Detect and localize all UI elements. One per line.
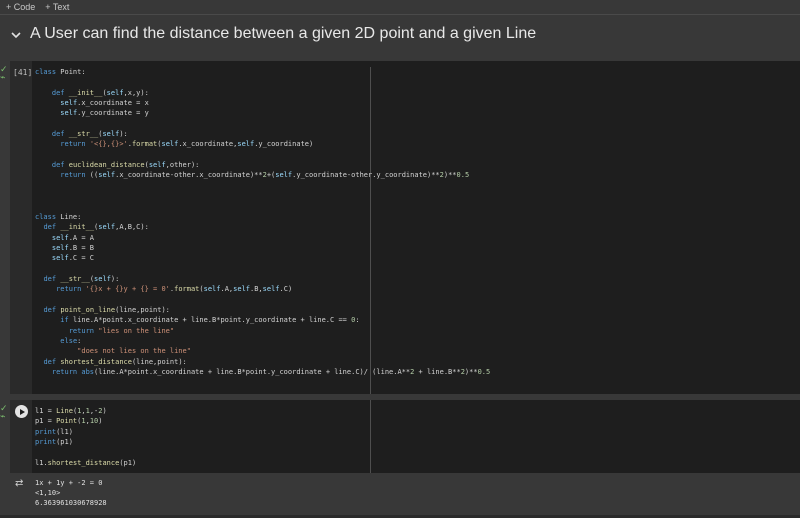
code-line: self.C = C: [51, 254, 95, 263]
code-line: return '{}x + {}y + {} = 0'.format(self.…: [56, 285, 293, 294]
toolbar-divider: [0, 14, 800, 15]
chevron-down-icon[interactable]: [10, 29, 22, 41]
code-line: return '<{},{}>'.format(self.x_coordinat…: [60, 140, 314, 149]
code-line: print(p1): [35, 438, 73, 447]
code-editor-2[interactable]: l1 = Line(1,1,-2) p1 = Point(1,10) print…: [35, 406, 136, 468]
output-line: 6.363961030678928: [35, 498, 107, 507]
code-line: "does not lies on the line": [77, 347, 191, 356]
run-cell-button[interactable]: [15, 405, 28, 418]
code-line: def __str__(self):: [51, 130, 128, 139]
code-line: self.x_coordinate = x: [60, 99, 149, 108]
code-line: def __init__(self,x,y):: [51, 88, 149, 97]
execution-count[interactable]: [41]: [13, 68, 32, 77]
code-line: p1 = Point(1,10): [35, 417, 103, 426]
code-line: self.A = A: [51, 233, 95, 242]
ruler-line: [370, 400, 371, 473]
add-text-button[interactable]: + Text: [45, 2, 69, 12]
check-icon: ✓ ⌁: [0, 404, 8, 422]
section-title: A User can find the distance between a g…: [30, 25, 537, 42]
code-line: def __init__(self,A,B,C):: [43, 223, 149, 232]
code-line: print(l1): [35, 427, 73, 436]
code-line: def point_on_line(line,point):: [43, 305, 170, 314]
code-line: return abs(line.A*point.x_coordinate + l…: [51, 367, 491, 376]
code-line: def __str__(self):: [43, 274, 120, 283]
check-icon: ✓ ⌁: [0, 65, 8, 83]
cell-output: [10, 474, 800, 514]
code-line: self.y_coordinate = y: [60, 109, 149, 118]
code-line: if line.A*point.x_coordinate + line.B*po…: [60, 316, 360, 325]
code-line: else:: [60, 336, 82, 345]
output-line: 1x + 1y + -2 = 0: [35, 479, 103, 487]
code-line: return ((self.x_coordinate-other.x_coord…: [60, 171, 470, 180]
code-line: def shortest_distance(line,point):: [43, 357, 187, 366]
output-icon[interactable]: ⇄: [15, 478, 23, 489]
cell-gutter: [10, 61, 32, 394]
code-line: l1.shortest_distance(p1): [35, 458, 137, 467]
code-line: class Point:: [35, 68, 86, 76]
code-line: class Line:: [35, 212, 82, 221]
code-editor-1[interactable]: class Point: def __init__(self,x,y): sel…: [35, 67, 490, 377]
toolbar: + Code + Text: [0, 0, 800, 14]
add-code-button[interactable]: + Code: [6, 2, 35, 12]
code-line: self.B = B: [51, 243, 95, 252]
output-text: 1x + 1y + -2 = 0 <1,10> 6.36396103067892…: [35, 479, 107, 508]
code-line: return "lies on the line": [68, 326, 175, 335]
code-line: l1 = Line(1,1,-2): [35, 407, 107, 415]
code-line: def euclidean_distance(self,other):: [51, 161, 200, 170]
output-line: <1,10>: [35, 488, 61, 497]
section-header[interactable]: A User can find the distance between a g…: [0, 18, 800, 54]
